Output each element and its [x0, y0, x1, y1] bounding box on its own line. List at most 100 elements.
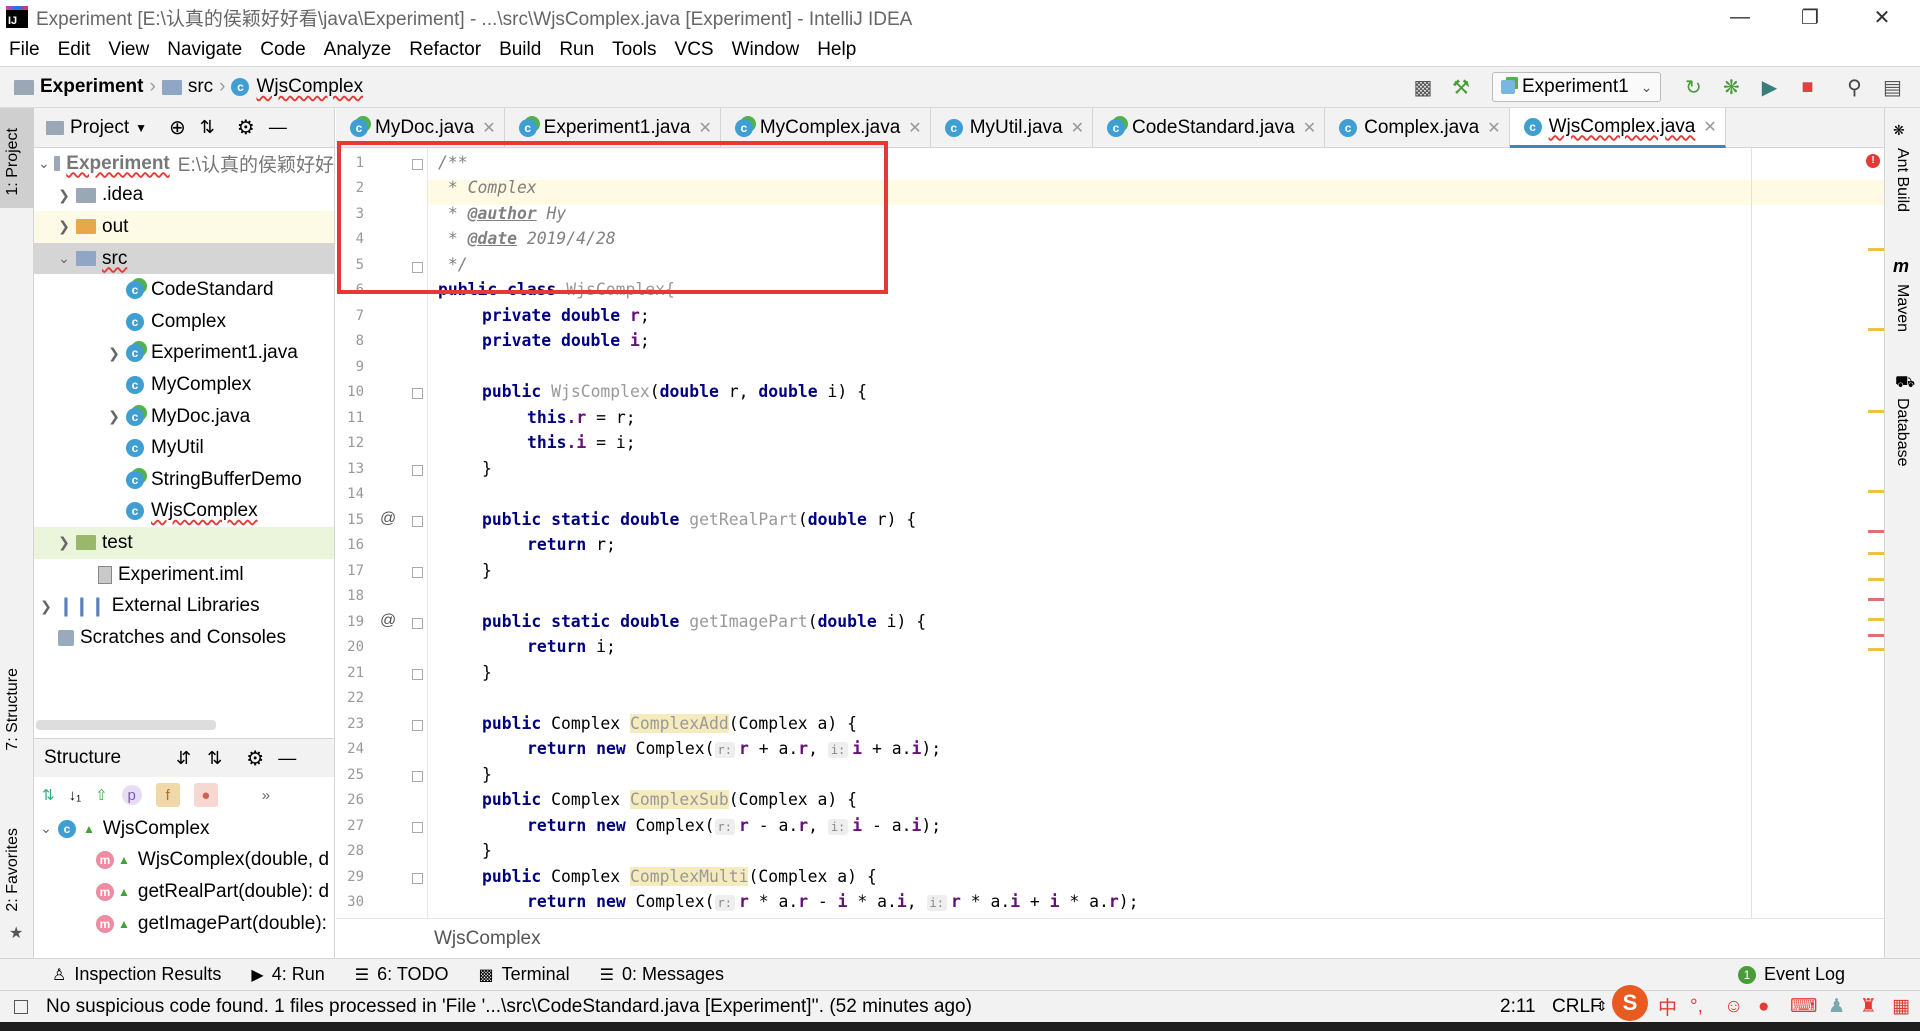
breadcrumb-project[interactable]: Experiment	[40, 76, 143, 98]
menu-view[interactable]: View	[99, 39, 158, 61]
tree-item-experiment1[interactable]: ❯ c Experiment1.java	[34, 338, 334, 370]
chevron-right-icon[interactable]: ❯	[106, 408, 122, 425]
restore-button[interactable]: ❐	[1780, 0, 1840, 34]
status-message[interactable]: No suspicious code found. 1 files proces…	[46, 996, 972, 1018]
debug-bug-icon[interactable]: ❋	[1717, 73, 1745, 101]
tree-item-mycomplex[interactable]: c MyComplex	[34, 369, 334, 401]
terminal-tab[interactable]: ▩ Terminal	[478, 964, 569, 985]
gear-icon[interactable]: ⚙	[237, 115, 255, 140]
fold-marker-icon[interactable]	[412, 720, 423, 731]
tree-item-myutil[interactable]: c MyUtil	[34, 432, 334, 464]
menu-vcs[interactable]: VCS	[666, 39, 723, 61]
search-icon[interactable]: ⚲	[1840, 73, 1868, 101]
keyboard-icon[interactable]: ⌨	[1790, 995, 1817, 1018]
event-log-tab[interactable]: 1 Event Log	[1738, 964, 1845, 985]
show-fields-icon[interactable]: f	[155, 783, 180, 807]
chevron-right-icon[interactable]: ❯	[106, 345, 122, 362]
show-inherited-icon[interactable]: ⇧	[95, 786, 108, 804]
messages-tab[interactable]: ☰ 0: Messages	[600, 964, 724, 985]
tree-item-codestandard[interactable]: c CodeStandard	[34, 274, 334, 306]
error-stripe-mark[interactable]	[1868, 634, 1884, 637]
fold-marker-icon[interactable]	[412, 516, 423, 527]
fold-marker-icon[interactable]	[412, 618, 423, 629]
chevron-right-icon[interactable]: ❯	[38, 598, 54, 615]
override-marker-icon[interactable]: @	[380, 612, 396, 630]
close-tab-icon[interactable]: ✕	[1487, 118, 1500, 138]
sort-alpha-icon[interactable]: ↓₁	[69, 787, 82, 804]
hide-panel-icon[interactable]: —	[278, 748, 296, 769]
rerun-icon[interactable]: ↻	[1679, 73, 1707, 101]
chevron-right-icon[interactable]: ❯	[56, 534, 72, 551]
ime-mode[interactable]: 中	[1658, 993, 1677, 1020]
close-tab-icon[interactable]: ✕	[698, 118, 711, 138]
warning-stripe-mark[interactable]	[1868, 578, 1884, 581]
emoji-icon[interactable]: ☺	[1724, 996, 1743, 1018]
error-stripe-mark[interactable]	[1868, 530, 1884, 533]
tab-complex[interactable]: c Complex.java ✕	[1325, 108, 1510, 148]
fold-marker-icon[interactable]	[412, 567, 423, 578]
user-icon[interactable]: ♟	[1828, 995, 1845, 1018]
caret-position[interactable]: 2:11	[1500, 996, 1536, 1018]
fold-marker-icon[interactable]	[412, 669, 423, 680]
menu-tools[interactable]: Tools	[603, 39, 665, 61]
locate-target-icon[interactable]: ⊕	[169, 115, 186, 140]
menu-window[interactable]: Window	[723, 39, 809, 61]
hide-panel-icon[interactable]: —	[269, 117, 287, 138]
menu-refactor[interactable]: Refactor	[400, 39, 490, 61]
tree-item-iml[interactable]: Experiment.iml	[34, 559, 334, 591]
project-structure-icon[interactable]: ▤	[1878, 73, 1906, 101]
tab-codestandard[interactable]: c CodeStandard.java ✕	[1093, 108, 1326, 148]
shirt-icon[interactable]: ♜	[1860, 995, 1877, 1018]
warning-stripe-mark[interactable]	[1868, 648, 1884, 651]
show-properties-icon[interactable]: p	[121, 785, 142, 805]
close-tab-icon[interactable]: ✕	[1703, 117, 1716, 137]
tab-myutil[interactable]: c MyUtil.java ✕	[931, 108, 1094, 148]
structure-tool-tab[interactable]: 7: Structure	[4, 668, 22, 751]
project-panel-title[interactable]: Project	[70, 117, 129, 139]
expand-all-icon[interactable]: ⇵	[176, 748, 191, 769]
warning-stripe-mark[interactable]	[1868, 248, 1884, 251]
warning-stripe-mark[interactable]	[1868, 552, 1884, 555]
tree-item-external-libraries[interactable]: ❯ ❙❙❙ External Libraries	[34, 590, 334, 622]
warning-stripe-mark[interactable]	[1868, 410, 1884, 413]
close-tab-icon[interactable]: ✕	[908, 118, 921, 138]
structure-member[interactable]: m ▲ WjsComplex(double, d	[34, 845, 334, 877]
tree-item-out[interactable]: ❯ out	[34, 211, 334, 243]
todo-tab[interactable]: ☰ 6: TODO	[355, 964, 449, 985]
microphone-icon[interactable]: ●	[1758, 996, 1769, 1018]
fold-marker-icon[interactable]	[412, 771, 423, 782]
stop-icon[interactable]: ■	[1793, 73, 1821, 101]
close-tab-icon[interactable]: ✕	[482, 118, 495, 138]
close-tab-icon[interactable]: ✕	[1071, 118, 1084, 138]
project-tool-tab[interactable]: 1: Project	[4, 128, 22, 196]
gear-icon[interactable]: ⚙	[246, 746, 264, 771]
maven-tool-tab[interactable]: Maven	[1893, 284, 1911, 332]
more-chevron-icon[interactable]: »	[262, 787, 270, 804]
fold-marker-icon[interactable]	[412, 822, 423, 833]
chevron-right-icon[interactable]: ❯	[56, 218, 72, 235]
tree-item-idea[interactable]: ❯ .idea	[34, 180, 334, 212]
chevron-down-icon[interactable]: ⌄	[56, 250, 72, 267]
inspection-results-tab[interactable]: ♙ Inspection Results	[52, 964, 221, 985]
menu-edit[interactable]: Edit	[49, 39, 100, 61]
structure-root[interactable]: ⌄ c ▲ WjsComplex	[34, 813, 334, 845]
tree-item-experiment[interactable]: ⌄ Experiment E:\认真的侯颖好好	[34, 148, 334, 180]
tree-item-test[interactable]: ❯ test	[34, 527, 334, 559]
tree-item-wjscomplex[interactable]: c WjsComplex	[34, 496, 334, 528]
collapse-all-icon[interactable]: ⇅	[207, 748, 222, 769]
error-stripe[interactable]: !	[1864, 148, 1884, 918]
horizontal-scrollbar[interactable]	[36, 720, 216, 730]
breadcrumb-file[interactable]: WjsComplex	[256, 76, 363, 98]
punctuation-icon[interactable]: °,	[1690, 996, 1703, 1018]
show-non-public-icon[interactable]: ●	[193, 783, 218, 807]
chevron-down-icon[interactable]: ⌄	[38, 155, 50, 172]
fold-marker-icon[interactable]	[412, 388, 423, 399]
fold-marker-icon[interactable]	[412, 465, 423, 476]
error-indicator-icon[interactable]: !	[1866, 154, 1880, 168]
structure-member[interactable]: m ▲ getImagePart(double):	[34, 908, 334, 940]
caret-down-icon[interactable]: ▼	[135, 121, 147, 135]
breadcrumb-folder[interactable]: src	[188, 76, 213, 98]
warning-stripe-mark[interactable]	[1868, 328, 1884, 331]
menu-analyze[interactable]: Analyze	[315, 39, 401, 61]
error-stripe-mark[interactable]	[1868, 598, 1884, 601]
